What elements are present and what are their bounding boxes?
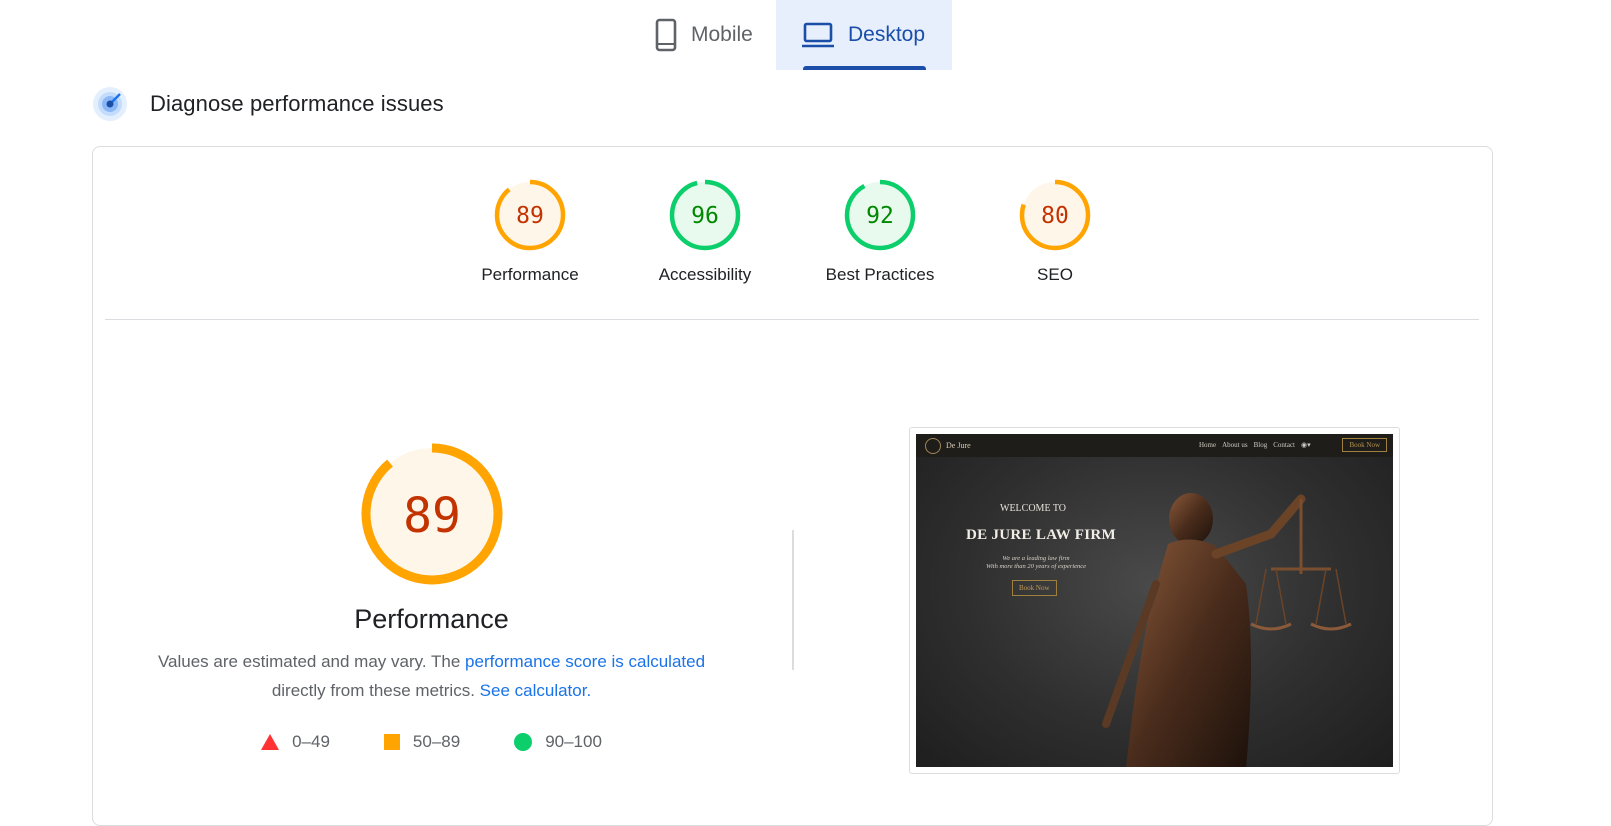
gauge-label: SEO [1037, 265, 1073, 284]
site-sub-line: We are a leading law firm [1002, 555, 1070, 562]
performance-summary: 89 Performance Values are estimated and … [94, 442, 769, 752]
performance-description: Values are estimated and may vary. The p… [94, 647, 769, 705]
score-gauges: 89 Performance 96 Accessibility 92 Best … [93, 147, 1492, 319]
score-legend: 0–49 50–89 90–100 [94, 732, 769, 752]
site-heading: DE JURE LAW FIRM [966, 527, 1116, 543]
site-nav-links: Home About us Blog Contact ◉▾ [1199, 441, 1311, 449]
gauge-score: 89 [516, 203, 544, 229]
site-sub-line: With more than 20 years of experience [985, 563, 1087, 570]
see-calculator-link[interactable]: See calculator. [480, 681, 592, 700]
tab-mobile-label: Mobile [691, 23, 753, 46]
performance-score: 89 [403, 488, 461, 544]
gauge-accessibility[interactable]: 96 Accessibility [635, 179, 775, 285]
active-tab-indicator [803, 66, 926, 70]
gauge-score: 96 [691, 203, 719, 229]
user-icon: ◉▾ [1301, 441, 1311, 449]
performance-title: Performance [354, 604, 509, 634]
gauge-ring: 96 [669, 179, 741, 251]
site-nav-link: Home [1199, 441, 1217, 449]
site-welcome: WELCOME TO [1000, 503, 1067, 514]
tab-desktop[interactable]: Desktop [776, 0, 952, 70]
tab-mobile[interactable]: Mobile [647, 0, 776, 70]
desc-middle: directly from these metrics. [271, 681, 480, 700]
desc-prefix: Values are estimated and may vary. The [157, 652, 466, 671]
legend-item-pass: 90–100 [514, 732, 602, 752]
gauge-score: 80 [1041, 203, 1069, 229]
site-nav-link: About us [1222, 441, 1248, 449]
gauge-ring: 80 [1019, 179, 1091, 251]
laptop-icon [802, 22, 834, 48]
site-book-button: Book Now [1342, 438, 1387, 452]
gauge-label: Performance [481, 265, 579, 284]
report-card: 89 Performance 96 Accessibility 92 Best … [92, 146, 1493, 826]
tab-desktop-label: Desktop [848, 23, 926, 46]
device-tabs: Mobile Desktop [647, 0, 952, 70]
square-icon [383, 734, 400, 750]
diagnose-icon [93, 87, 127, 121]
vertical-divider [792, 530, 794, 670]
site-preview: De Jure Home About us Blog Contact ◉▾ Bo… [916, 434, 1393, 767]
gauge-performance[interactable]: 89 Performance [460, 179, 600, 285]
gauge-ring: 89 [494, 179, 566, 251]
diagnose-header: Diagnose performance issues [92, 86, 444, 122]
legend-label: 50–89 [412, 732, 461, 751]
scales-logo-icon [925, 437, 941, 454]
gauge-ring: 92 [844, 179, 916, 251]
phone-icon [655, 18, 677, 52]
gauge-best-practices[interactable]: 92 Best Practices [810, 179, 950, 285]
site-cta-button: Book Now [1012, 580, 1057, 596]
circle-icon [514, 733, 533, 751]
gauge-label: Best Practices [825, 265, 935, 284]
legend-item-average: 50–89 [383, 732, 461, 752]
site-nav-link: Contact [1273, 441, 1295, 449]
gauge-seo[interactable]: 80 SEO [985, 179, 1125, 285]
lady-justice-statue-image [1102, 493, 1352, 767]
legend-label: 90–100 [545, 732, 602, 751]
divider [105, 319, 1479, 320]
legend-label: 0–49 [292, 732, 330, 751]
site-brand: De Jure [946, 441, 971, 450]
legend-item-fail: 0–49 [261, 732, 330, 752]
site-subtext: We are a leading law firm With more than… [966, 555, 1106, 571]
gauge-label: Accessibility [658, 265, 752, 284]
score-calculated-link[interactable]: performance score is calculated [465, 652, 705, 671]
diagnose-title: Diagnose performance issues [150, 91, 444, 116]
site-nav: De Jure Home About us Blog Contact ◉▾ Bo… [916, 434, 1393, 457]
site-nav-link: Blog [1253, 441, 1268, 449]
page-screenshot: De Jure Home About us Blog Contact ◉▾ Bo… [909, 427, 1400, 774]
performance-gauge: 89 [361, 443, 502, 585]
gauge-score: 92 [866, 203, 894, 229]
triangle-icon [261, 734, 280, 750]
